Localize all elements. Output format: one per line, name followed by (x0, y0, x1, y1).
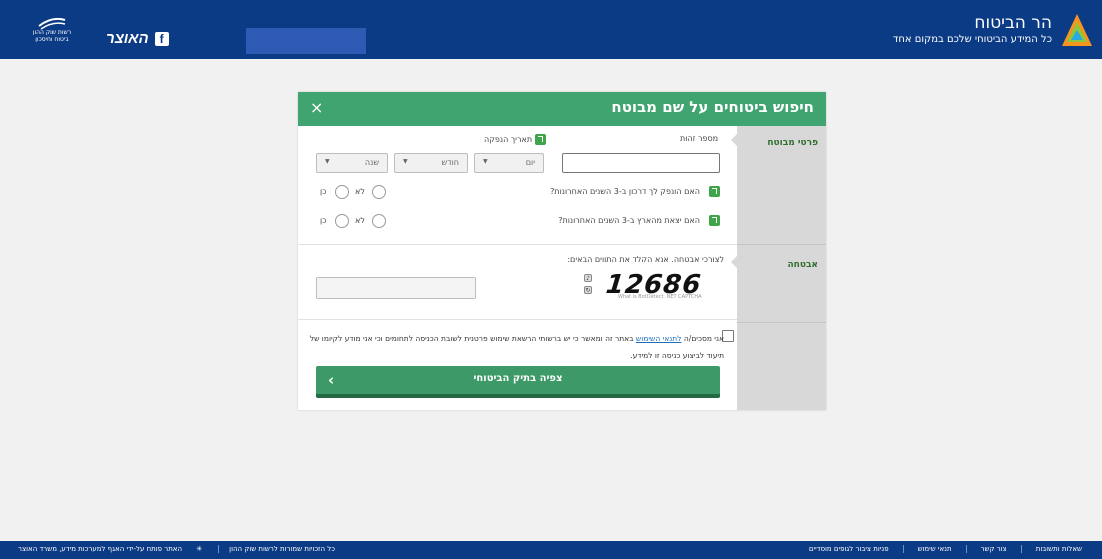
treasury-label: האוצר (106, 30, 149, 47)
treasury-link[interactable]: האוצר f (106, 30, 169, 47)
section-label-security: אבטחה (787, 260, 818, 270)
chevron-down-icon: ▼ (403, 158, 408, 165)
terms-before: אני מסכים/ה (683, 334, 724, 343)
year-select[interactable]: שנה ▼ (316, 153, 388, 173)
authority-logo-text: רשות שוק ההון ביטוח וחיסכון (28, 29, 76, 43)
section-divider (298, 319, 737, 320)
footer-credits: כל הזכויות שמורות לרשות שוק ההון ✳ האתר … (6, 545, 341, 553)
footer-link-contact[interactable]: צור קשר (965, 545, 1021, 553)
footer-nav: שאלות ותשובות צור קשר תנאי שימוש פניות צ… (795, 545, 1096, 553)
help-icon[interactable] (709, 186, 720, 197)
captcha-image: ♪ ↻ 12686 What is BotDetect .NET CAPTCHA (584, 262, 718, 302)
day-select[interactable]: יום ▼ (474, 153, 544, 173)
passport-no-radio[interactable] (372, 185, 386, 199)
view-insurance-label: צפיה בתיק הביטוחי (473, 373, 563, 384)
captcha-sound-icon[interactable]: ♪ (584, 274, 592, 282)
side-divider (737, 244, 826, 245)
passport-no-label: לא (355, 187, 365, 196)
passport-yes-radio[interactable] (335, 185, 349, 199)
brand-title: הר הביטוח (974, 13, 1052, 34)
travel-no-radio[interactable] (372, 214, 386, 228)
asterisk-icon: ✳ (196, 545, 203, 553)
view-insurance-button[interactable]: צפיה בתיק הביטוחי ‹ (316, 366, 720, 398)
passport-question: האם הונפק לך דרכון ב-3 השנים האחרונות? (550, 187, 700, 196)
month-select[interactable]: חודש ▼ (394, 153, 468, 173)
authority-logo-line2: ביטוח וחיסכון (35, 35, 69, 43)
brand-mountain-icon (1062, 14, 1092, 46)
footer-developed-by: ✳ האתר פותח על-ידי האגף למערכות מידע, מש… (6, 545, 214, 553)
header-blue-block (246, 28, 366, 54)
dialog-side-panel: פרטי מבוטח אבטחה (731, 126, 826, 410)
footer-link-faq[interactable]: שאלות ותשובות (1020, 545, 1096, 553)
captcha-input[interactable] (316, 277, 476, 299)
authority-emblem-icon (38, 17, 66, 30)
travel-yes-radio[interactable] (335, 214, 349, 228)
section-divider (298, 244, 737, 245)
footer-link-public-inquiries[interactable]: פניות ציבור לגופים מוסדיים (795, 545, 903, 553)
footer-developed-text: האתר פותח על-ידי האגף למערכות מידע, משרד… (18, 545, 183, 553)
chevron-left-icon: ‹ (328, 371, 335, 389)
site-header: הר הביטוח כל המידע הביטוחי שלכם במקום אח… (0, 0, 1102, 59)
dialog-title: חיפוש ביטוחים על שם מבוטח (611, 98, 814, 116)
section-pointer (731, 256, 737, 268)
passport-yes-label: כן (320, 187, 327, 196)
issue-date-label: תאריך הנפקה (484, 135, 533, 144)
brand-subtitle: כל המידע הביטוחי שלכם במקום אחד (892, 34, 1052, 46)
chevron-down-icon: ▼ (325, 158, 330, 165)
brand-logo-link[interactable]: הר הביטוח כל המידע הביטוחי שלכם במקום אח… (893, 8, 1094, 52)
facebook-icon[interactable]: f (154, 31, 169, 46)
captcha-reload-icon[interactable]: ↻ (584, 286, 592, 294)
day-select-value: יום (525, 158, 535, 167)
chevron-down-icon: ▼ (483, 158, 488, 165)
travel-no-label: לא (355, 216, 365, 225)
footer-separator (218, 545, 220, 553)
id-number-label: מספר זהות (680, 134, 719, 143)
terms-of-use-link[interactable]: לתנאי השימוש (636, 334, 682, 343)
month-select-value: חודש (441, 158, 459, 167)
footer-rights: כל הזכויות שמורות לרשות שוק ההון (229, 545, 335, 553)
help-icon[interactable] (535, 134, 546, 145)
travel-yes-label: כן (320, 216, 327, 225)
section-label-insured-details: פרטי מבוטח (767, 138, 818, 148)
year-select-value: שנה (364, 158, 379, 167)
captcha-note: What is BotDetect .NET CAPTCHA (618, 294, 702, 300)
travel-question: האם יצאת מהארץ ב-3 השנים האחרונות? (558, 216, 700, 225)
close-icon[interactable]: × (310, 98, 323, 117)
site-footer: שאלות ותשובות צור קשר תנאי שימוש פניות צ… (0, 541, 1102, 559)
id-number-input[interactable] (562, 153, 720, 173)
terms-text: אני מסכים/ה לתנאי השימוש באתר זה ומאשר כ… (304, 330, 724, 364)
insurance-search-dialog: חיפוש ביטוחים על שם מבוטח × פרטי מבוטח א… (298, 92, 826, 410)
section-pointer (731, 134, 737, 146)
help-icon[interactable] (709, 215, 720, 226)
capital-market-authority-logo[interactable]: רשות שוק ההון ביטוח וחיסכון (28, 14, 76, 48)
footer-link-terms[interactable]: תנאי שימוש (902, 545, 966, 553)
brand-text: הר הביטוח כל המידע הביטוחי שלכם במקום אח… (893, 14, 1052, 45)
side-divider (737, 322, 826, 323)
dialog-header: חיפוש ביטוחים על שם מבוטח × (298, 92, 826, 126)
